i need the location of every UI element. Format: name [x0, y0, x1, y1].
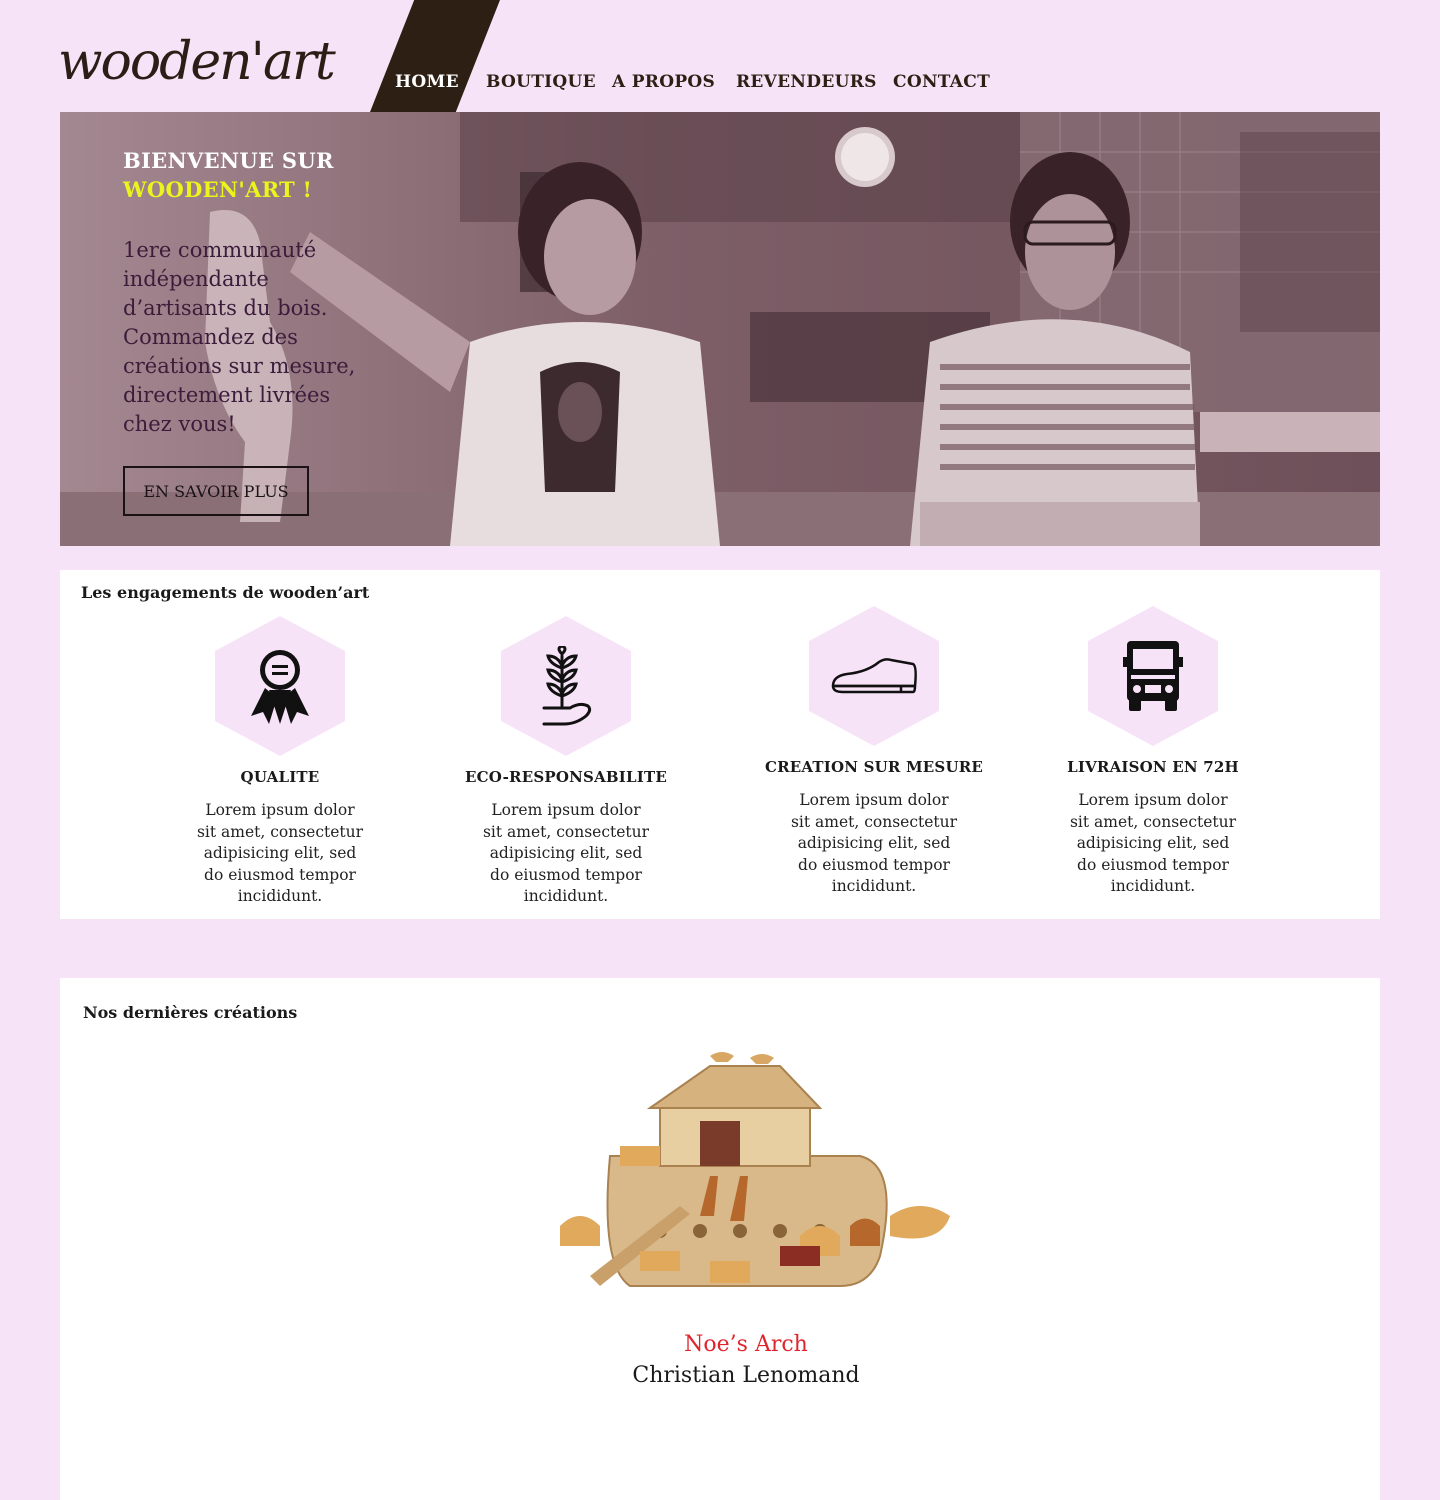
hero-description: 1ere communauté indépendante d’artisants…: [123, 238, 356, 436]
feature-custom-title: CREATION SUR MESURE: [764, 758, 984, 776]
creations-title: Nos dernières créations: [83, 1003, 298, 1022]
feature-eco: ECO-RESPONSABILITE Lorem ipsum dolor sit…: [456, 616, 676, 908]
learn-more-button[interactable]: EN SAVOIR PLUS: [123, 466, 309, 516]
award-ribbon-icon: [251, 650, 309, 724]
feature-delivery-title: LIVRAISON EN 72H: [1067, 758, 1239, 776]
feature-custom-badge: [809, 606, 939, 746]
feature-eco-title: ECO-RESPONSABILITE: [465, 768, 667, 786]
nav-item-a-propos[interactable]: A PROPOS: [612, 72, 715, 92]
delivery-truck-icon: [1123, 641, 1183, 711]
feature-quality-title: QUALITE: [240, 768, 320, 786]
feature-delivery: LIVRAISON EN 72H Lorem ipsum dolor sit a…: [1043, 606, 1263, 898]
engagements-title: Les engagements de wooden’art: [81, 583, 370, 602]
creation-name[interactable]: Noe’s Arch: [60, 1332, 1432, 1357]
feature-quality-badge: [215, 616, 345, 756]
engagements-section: Les engagements de wooden’art QUALITE Lo…: [60, 570, 1380, 919]
feature-custom-text: Lorem ipsum dolor sit amet, consectetur …: [790, 791, 958, 895]
plant-in-hand-icon: [542, 646, 592, 726]
feature-custom: CREATION SUR MESURE Lorem ipsum dolor si…: [764, 606, 984, 898]
hero-title-line1: BIENVENUE SUR: [123, 148, 334, 173]
feature-quality-text: Lorem ipsum dolor sit amet, consectetur …: [196, 801, 364, 905]
nav-item-home[interactable]: HOME: [395, 72, 459, 92]
shoe-icon: [831, 658, 917, 694]
creations-section: Nos dernières créations Noe’s Arch Chris…: [60, 978, 1380, 1500]
hero-title-line2: WOODEN'ART !: [123, 177, 313, 202]
nav-item-contact[interactable]: CONTACT: [893, 72, 990, 92]
hero-banner: BIENVENUE SUR WOODEN'ART ! 1ere communau…: [60, 112, 1380, 546]
creation-author: Christian Lenomand: [632, 1363, 860, 1388]
feature-eco-badge: [501, 616, 631, 756]
feature-delivery-text: Lorem ipsum dolor sit amet, consectetur …: [1069, 791, 1237, 895]
main-nav: HOME BOUTIQUE A PROPOS REVENDEURS CONTAC…: [0, 72, 1440, 98]
nav-item-revendeurs[interactable]: REVENDEURS: [736, 72, 877, 92]
feature-delivery-badge: [1088, 606, 1218, 746]
nav-item-boutique[interactable]: BOUTIQUE: [486, 72, 596, 92]
hero-title: BIENVENUE SUR WOODEN'ART !: [123, 146, 334, 204]
feature-eco-text: Lorem ipsum dolor sit amet, consectetur …: [482, 801, 650, 905]
feature-quality: QUALITE Lorem ipsum dolor sit amet, cons…: [170, 616, 390, 908]
product-image-noahs-ark[interactable]: [550, 1046, 970, 1306]
